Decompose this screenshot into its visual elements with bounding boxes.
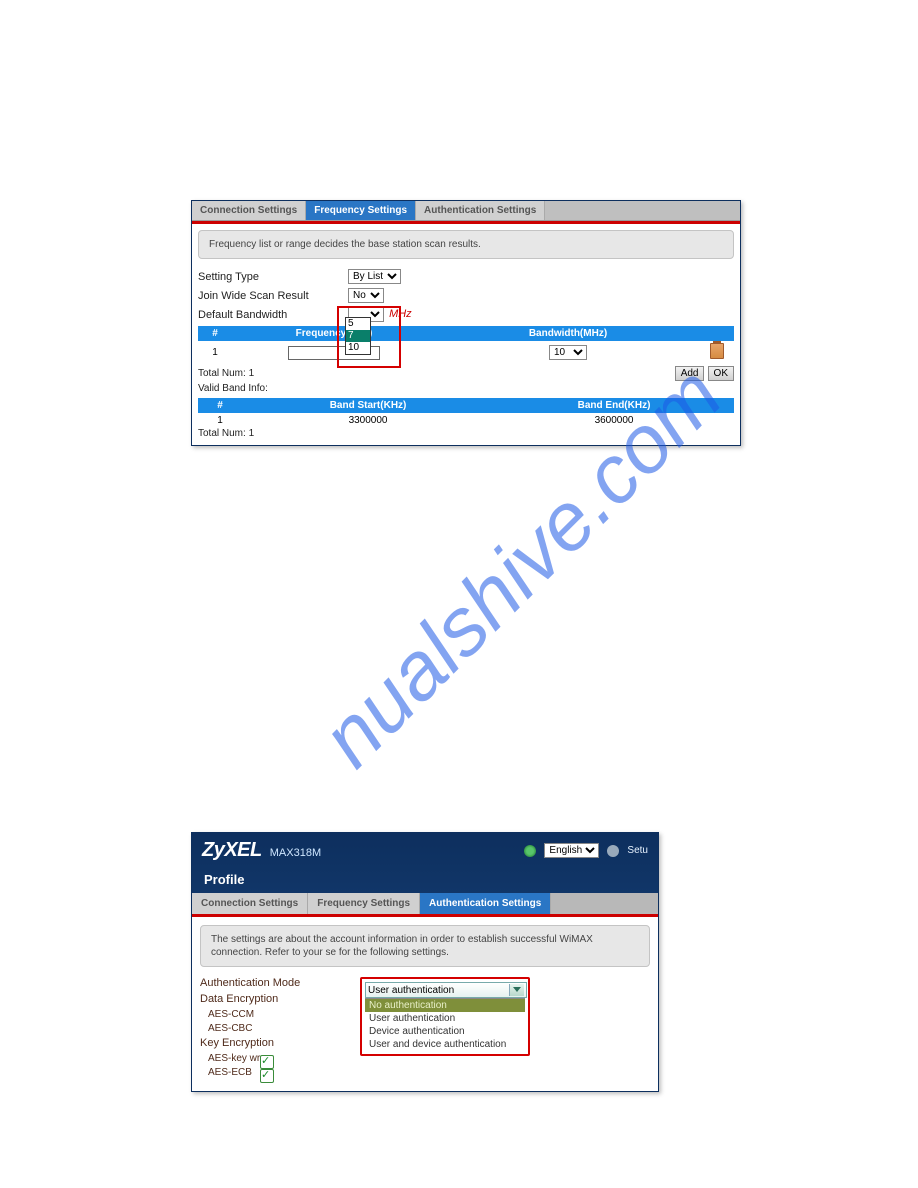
bw-dropdown-popup[interactable]: 5 7 10	[345, 317, 371, 355]
settings-labels: Authentication Mode Data Encryption AES-…	[200, 977, 360, 1081]
setup-label[interactable]: Setu	[627, 845, 648, 856]
auth-mode-label: Authentication Mode	[200, 977, 360, 989]
band-row: 1 3300000 3600000	[198, 413, 734, 428]
auth-highlight-box: User authentication No authentication Us…	[360, 977, 530, 1056]
tab-connection-settings[interactable]: Connection Settings	[192, 201, 306, 220]
setting-type-label: Setting Type	[198, 271, 348, 283]
language-select[interactable]: English	[544, 843, 599, 858]
col-freq: Frequency(KHz)	[232, 326, 436, 341]
tab2-connection[interactable]: Connection Settings	[192, 893, 308, 914]
join-wide-label: Join Wide Scan Result	[198, 290, 348, 302]
auth-opt-device[interactable]: Device authentication	[365, 1025, 525, 1038]
globe-icon	[524, 845, 536, 857]
bw-option-5[interactable]: 5	[346, 318, 370, 330]
chevron-down-icon[interactable]	[509, 984, 524, 996]
window-header: ZyXEL MAX318M English Setu	[192, 833, 658, 862]
tab-bar: Connection Settings Frequency Settings A…	[192, 201, 740, 221]
join-wide-select[interactable]: No	[348, 288, 384, 303]
freq-content: Frequency list or range decides the base…	[192, 221, 740, 445]
frequency-table: # Frequency(KHz) Bandwidth(MHz) 1 10	[198, 326, 734, 364]
bw-option-7[interactable]: 7	[346, 330, 370, 342]
col-idx: #	[198, 326, 232, 341]
band-row-start: 3300000	[242, 413, 494, 428]
auth-content: The settings are about the account infor…	[192, 914, 658, 1091]
freq-settings-window: Connection Settings Frequency Settings A…	[191, 200, 741, 446]
tab2-authentication[interactable]: Authentication Settings	[420, 893, 551, 914]
tab-frequency-settings[interactable]: Frequency Settings	[306, 201, 416, 220]
band-col-start: Band Start(KHz)	[242, 398, 494, 413]
default-bw-label: Default Bandwidth	[198, 309, 348, 321]
gear-icon[interactable]	[607, 845, 619, 857]
auth-mode-select[interactable]: User authentication	[365, 982, 527, 998]
add-button[interactable]: Add	[675, 366, 705, 381]
total-num-2: Total Num: 1	[198, 428, 734, 439]
auth-mode-dropdown[interactable]: No authentication User authentication De…	[365, 998, 525, 1051]
auth-opt-userdevice[interactable]: User and device authentication	[365, 1038, 525, 1051]
band-row-idx: 1	[198, 413, 242, 428]
aes-ecb-checkbox[interactable]	[260, 1069, 274, 1083]
band-header-row: # Band Start(KHz) Band End(KHz)	[198, 398, 734, 413]
col-bw: Bandwidth(MHz)	[436, 326, 700, 341]
brand-logo: ZyXEL	[202, 839, 262, 862]
bw-option-10[interactable]: 10	[346, 342, 370, 354]
trash-icon[interactable]	[710, 343, 724, 359]
total-num-1: Total Num: 1	[198, 368, 254, 379]
key-enc-label: Key Encryption	[200, 1037, 360, 1049]
auth-info-banner: The settings are about the account infor…	[200, 925, 650, 967]
data-enc-label: Data Encryption	[200, 993, 360, 1005]
aes-cbc-label: AES-CBC	[200, 1023, 360, 1034]
ok-button[interactable]: OK	[708, 366, 734, 381]
aes-keywrap-label: AES-key wrap	[200, 1053, 360, 1064]
row-idx: 1	[198, 341, 232, 364]
auth-mode-value: User authentication	[368, 985, 454, 996]
tab-bar-2: Connection Settings Frequency Settings A…	[192, 893, 658, 914]
table-header-row: # Frequency(KHz) Bandwidth(MHz)	[198, 326, 734, 341]
aes-keywrap-checkbox[interactable]	[260, 1055, 274, 1069]
auth-opt-none[interactable]: No authentication	[365, 999, 525, 1012]
auth-opt-user[interactable]: User authentication	[365, 1012, 525, 1025]
row-bw-select[interactable]: 10	[549, 345, 587, 360]
info-banner: Frequency list or range decides the base…	[198, 230, 734, 259]
band-row-end: 3600000	[494, 413, 734, 428]
valid-band-info-label: Valid Band Info:	[198, 383, 734, 394]
aes-ecb-label: AES-ECB	[200, 1067, 360, 1078]
table-row: 1 10	[198, 341, 734, 364]
band-col-end: Band End(KHz)	[494, 398, 734, 413]
auth-settings-window: ZyXEL MAX318M English Setu Profile Conne…	[191, 832, 659, 1092]
band-col-idx: #	[198, 398, 242, 413]
setting-type-select[interactable]: By List	[348, 269, 401, 284]
tab2-frequency[interactable]: Frequency Settings	[308, 893, 420, 914]
section-title: Profile	[192, 862, 658, 893]
tab-authentication-settings[interactable]: Authentication Settings	[416, 201, 545, 220]
band-table: # Band Start(KHz) Band End(KHz) 1 330000…	[198, 398, 734, 428]
model-label: MAX318M	[270, 847, 321, 859]
aes-ccm-label: AES-CCM	[200, 1009, 360, 1020]
